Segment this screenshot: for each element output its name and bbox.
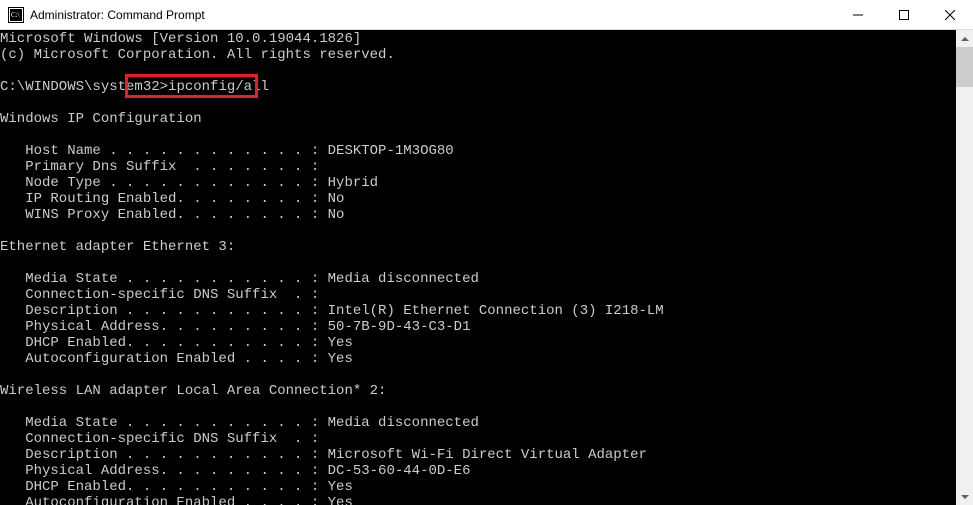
section-ip-configuration: Windows IP Configuration <box>0 111 202 127</box>
line-copyright: (c) Microsoft Corporation. All rights re… <box>0 47 395 63</box>
eth3-autoconfiguration: Autoconfiguration Enabled . . . . : Yes <box>0 351 353 367</box>
line-version: Microsoft Windows [Version 10.0.19044.18… <box>0 31 361 47</box>
wlan2-media-state: Media State . . . . . . . . . . . : Medi… <box>0 415 479 431</box>
primary-dns-line: Primary Dns Suffix . . . . . . . : <box>0 159 319 175</box>
minimize-button[interactable] <box>835 0 881 30</box>
terminal-output[interactable]: Microsoft Windows [Version 10.0.19044.18… <box>0 30 956 505</box>
eth3-description: Description . . . . . . . . . . . : Inte… <box>0 303 664 319</box>
cmd-icon: C:\ <box>8 7 24 23</box>
section-ethernet-3: Ethernet adapter Ethernet 3: <box>0 239 235 255</box>
eth3-physical-address: Physical Address. . . . . . . . . : 50-7… <box>0 319 470 335</box>
command-input: ipconfig/all <box>168 79 269 95</box>
scroll-up-arrow[interactable] <box>956 30 973 47</box>
wlan2-physical-address: Physical Address. . . . . . . . . : DC-5… <box>0 463 470 479</box>
wlan2-dns-suffix: Connection-specific DNS Suffix . : <box>0 431 319 447</box>
window-controls <box>835 0 973 29</box>
scroll-thumb[interactable] <box>956 47 973 87</box>
svg-text:C:\: C:\ <box>11 11 20 19</box>
scroll-track[interactable] <box>956 47 973 488</box>
eth3-dns-suffix: Connection-specific DNS Suffix . : <box>0 287 319 303</box>
eth3-media-state: Media State . . . . . . . . . . . : Medi… <box>0 271 479 287</box>
wlan2-autoconfiguration: Autoconfiguration Enabled . . . . : Yes <box>0 495 353 505</box>
prompt-symbol: > <box>160 79 168 95</box>
titlebar: C:\ Administrator: Command Prompt <box>0 0 973 30</box>
host-name-line: Host Name . . . . . . . . . . . . : DESK… <box>0 143 454 159</box>
scroll-down-arrow[interactable] <box>956 488 973 505</box>
wlan2-dhcp-enabled: DHCP Enabled. . . . . . . . . . . : Yes <box>0 479 353 495</box>
maximize-button[interactable] <box>881 0 927 30</box>
eth3-dhcp-enabled: DHCP Enabled. . . . . . . . . . . : Yes <box>0 335 353 351</box>
node-type-line: Node Type . . . . . . . . . . . . : Hybr… <box>0 175 378 191</box>
window-title: Administrator: Command Prompt <box>30 8 835 22</box>
section-wlan-2: Wireless LAN adapter Local Area Connecti… <box>0 383 386 399</box>
close-button[interactable] <box>927 0 973 30</box>
wlan2-description: Description . . . . . . . . . . . : Micr… <box>0 447 647 463</box>
terminal-area: Microsoft Windows [Version 10.0.19044.18… <box>0 30 973 505</box>
prompt-path: C:\WINDOWS\system32 <box>0 79 160 95</box>
vertical-scrollbar[interactable] <box>956 30 973 505</box>
ip-routing-line: IP Routing Enabled. . . . . . . . : No <box>0 191 344 207</box>
wins-proxy-line: WINS Proxy Enabled. . . . . . . . : No <box>0 207 344 223</box>
